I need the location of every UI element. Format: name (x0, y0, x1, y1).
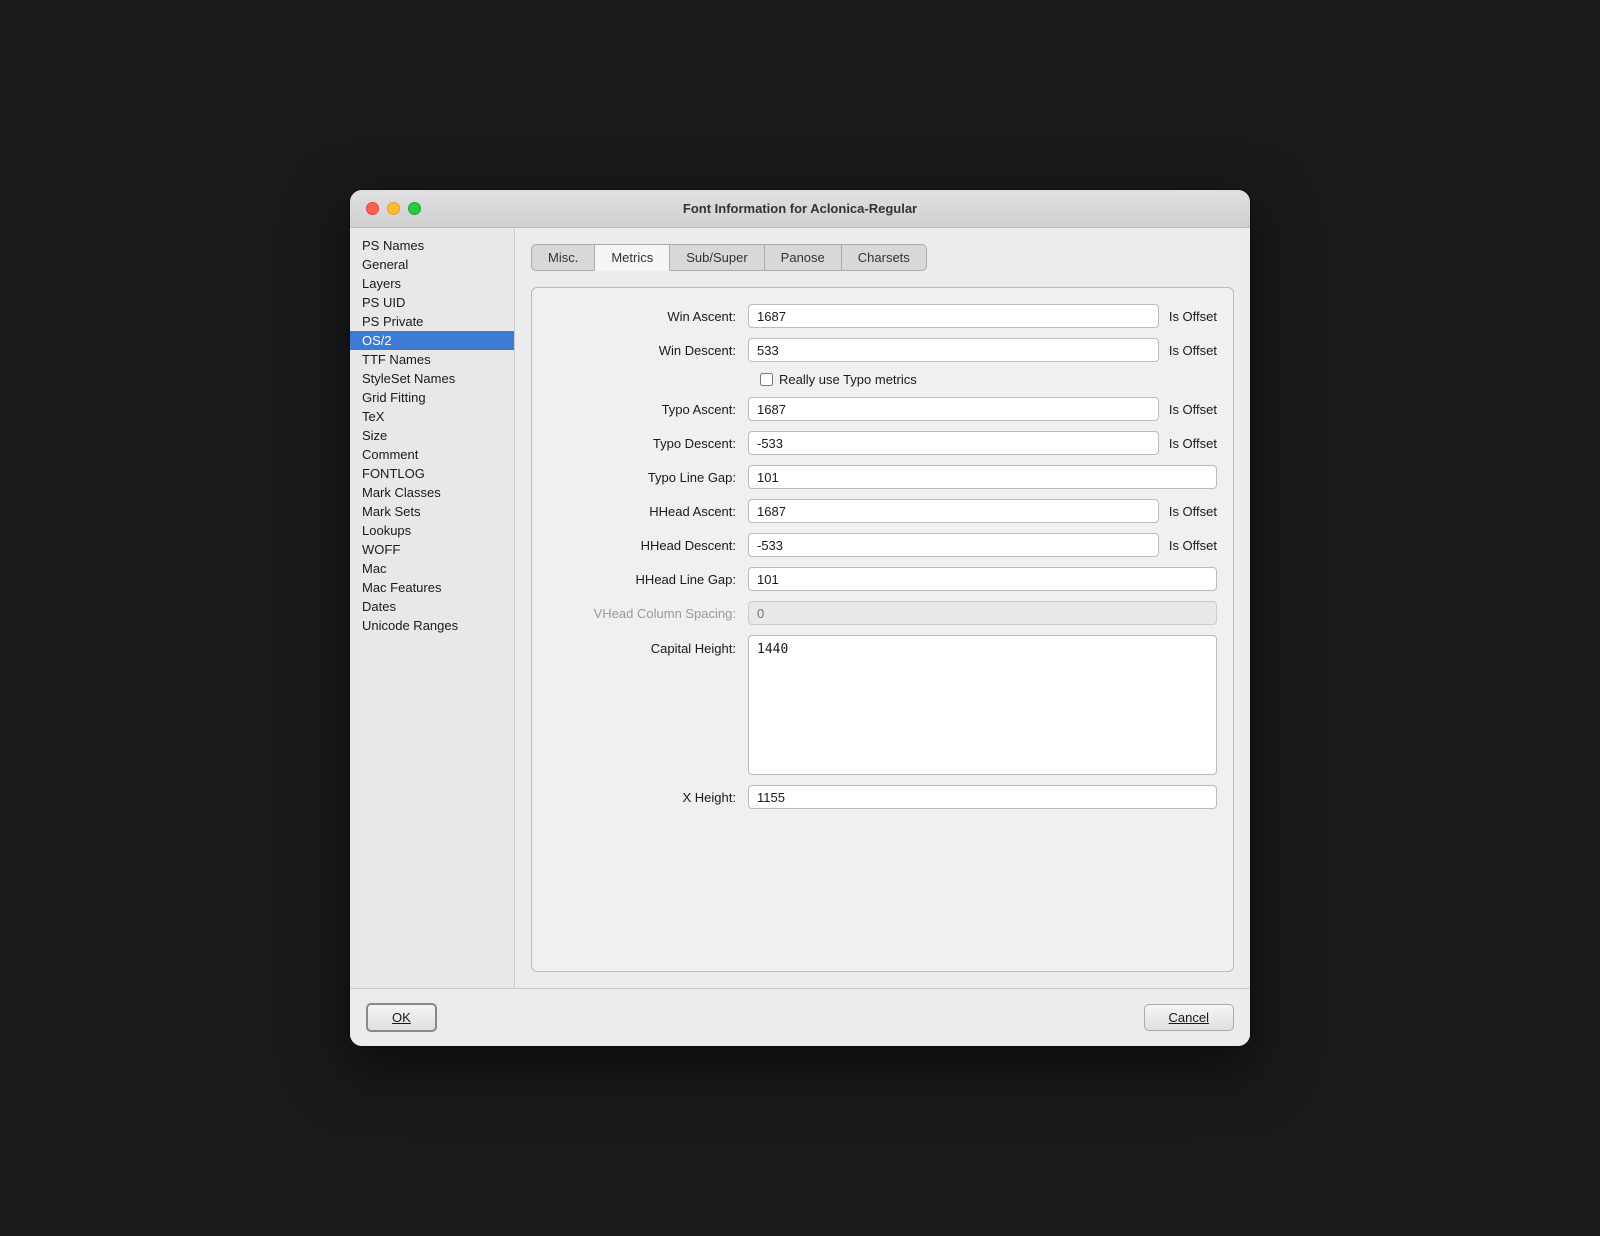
hhead-ascent-input[interactable] (748, 499, 1159, 523)
tabs-container: Misc.MetricsSub/SuperPanoseCharsets (531, 244, 1234, 271)
typo-line-gap-input[interactable] (748, 465, 1217, 489)
sidebar-item-lookups[interactable]: Lookups (350, 521, 514, 540)
vhead-col-label: VHead Column Spacing: (548, 606, 748, 621)
tab-misc[interactable]: Misc. (531, 244, 595, 271)
hhead-descent-input[interactable] (748, 533, 1159, 557)
hhead-ascent-label: HHead Ascent: (548, 504, 748, 519)
hhead-line-gap-input[interactable] (748, 567, 1217, 591)
main-window: Font Information for Aclonica-Regular PS… (350, 190, 1250, 1046)
typo-ascent-input[interactable] (748, 397, 1159, 421)
sidebar-item-general[interactable]: General (350, 255, 514, 274)
hhead-line-gap-row: HHead Line Gap: (548, 567, 1217, 591)
win-descent-row: Win Descent: Is Offset (548, 338, 1217, 362)
titlebar: Font Information for Aclonica-Regular (350, 190, 1250, 228)
typo-descent-label: Typo Descent: (548, 436, 748, 451)
win-descent-label: Win Descent: (548, 343, 748, 358)
sidebar-item-ttf-names[interactable]: TTF Names (350, 350, 514, 369)
typo-ascent-offset: Is Offset (1169, 402, 1217, 417)
win-ascent-label: Win Ascent: (548, 309, 748, 324)
sidebar-item-size[interactable]: Size (350, 426, 514, 445)
win-ascent-offset: Is Offset (1169, 309, 1217, 324)
capital-height-label: Capital Height: (548, 635, 748, 656)
hhead-ascent-row: HHead Ascent: Is Offset (548, 499, 1217, 523)
capital-height-textarea[interactable]: 1440 (748, 635, 1217, 775)
ok-button[interactable]: OK (366, 1003, 437, 1032)
typo-descent-row: Typo Descent: Is Offset (548, 431, 1217, 455)
maximize-button[interactable] (408, 202, 421, 215)
win-descent-offset: Is Offset (1169, 343, 1217, 358)
window-title: Font Information for Aclonica-Regular (683, 201, 917, 216)
vhead-col-row: VHead Column Spacing: (548, 601, 1217, 625)
x-height-row: X Height: (548, 785, 1217, 809)
sidebar-item-tex[interactable]: TeX (350, 407, 514, 426)
really-use-typo-label: Really use Typo metrics (779, 372, 917, 387)
sidebar-item-mac[interactable]: Mac (350, 559, 514, 578)
main-content: Misc.MetricsSub/SuperPanoseCharsets Win … (515, 228, 1250, 988)
win-ascent-input[interactable] (748, 304, 1159, 328)
x-height-label: X Height: (548, 790, 748, 805)
sidebar-item-grid-fitting[interactable]: Grid Fitting (350, 388, 514, 407)
sidebar-item-layers[interactable]: Layers (350, 274, 514, 293)
sidebar-item-woff[interactable]: WOFF (350, 540, 514, 559)
close-button[interactable] (366, 202, 379, 215)
win-ascent-row: Win Ascent: Is Offset (548, 304, 1217, 328)
sidebar-item-dates[interactable]: Dates (350, 597, 514, 616)
cancel-button[interactable]: Cancel (1144, 1004, 1234, 1031)
minimize-button[interactable] (387, 202, 400, 215)
capital-height-row: Capital Height: 1440 (548, 635, 1217, 775)
hhead-descent-offset: Is Offset (1169, 538, 1217, 553)
tab-metrics[interactable]: Metrics (594, 244, 670, 271)
sidebar-item-unicode-ranges[interactable]: Unicode Ranges (350, 616, 514, 635)
hhead-descent-label: HHead Descent: (548, 538, 748, 553)
hhead-line-gap-label: HHead Line Gap: (548, 572, 748, 587)
sidebar-item-comment[interactable]: Comment (350, 445, 514, 464)
really-use-typo-checkbox[interactable] (760, 373, 773, 386)
sidebar-item-ps-names[interactable]: PS Names (350, 236, 514, 255)
typo-line-gap-label: Typo Line Gap: (548, 470, 748, 485)
x-height-input[interactable] (748, 785, 1217, 809)
typo-line-gap-row: Typo Line Gap: (548, 465, 1217, 489)
hhead-ascent-offset: Is Offset (1169, 504, 1217, 519)
typo-descent-input[interactable] (748, 431, 1159, 455)
typo-ascent-label: Typo Ascent: (548, 402, 748, 417)
hhead-descent-row: HHead Descent: Is Offset (548, 533, 1217, 557)
sidebar-item-styleset-names[interactable]: StyleSet Names (350, 369, 514, 388)
sidebar-item-fontlog[interactable]: FONTLOG (350, 464, 514, 483)
tab-panose[interactable]: Panose (764, 244, 842, 271)
tab-charsets[interactable]: Charsets (841, 244, 927, 271)
sidebar-item-ps-private[interactable]: PS Private (350, 312, 514, 331)
sidebar-item-ps-uid[interactable]: PS UID (350, 293, 514, 312)
bottom-bar: OK Cancel (350, 988, 1250, 1046)
window-body: PS NamesGeneralLayersPS UIDPS PrivateOS/… (350, 228, 1250, 988)
sidebar: PS NamesGeneralLayersPS UIDPS PrivateOS/… (350, 228, 515, 988)
sidebar-item-os2[interactable]: OS/2 (350, 331, 514, 350)
sidebar-item-mark-sets[interactable]: Mark Sets (350, 502, 514, 521)
vhead-col-input[interactable] (748, 601, 1217, 625)
typo-ascent-row: Typo Ascent: Is Offset (548, 397, 1217, 421)
sidebar-item-mark-classes[interactable]: Mark Classes (350, 483, 514, 502)
win-descent-input[interactable] (748, 338, 1159, 362)
typo-descent-offset: Is Offset (1169, 436, 1217, 451)
sidebar-item-mac-features[interactable]: Mac Features (350, 578, 514, 597)
really-use-typo-row: Really use Typo metrics (548, 372, 1217, 387)
tab-subsup[interactable]: Sub/Super (669, 244, 764, 271)
form-panel: Win Ascent: Is Offset Win Descent: Is Of… (531, 287, 1234, 972)
